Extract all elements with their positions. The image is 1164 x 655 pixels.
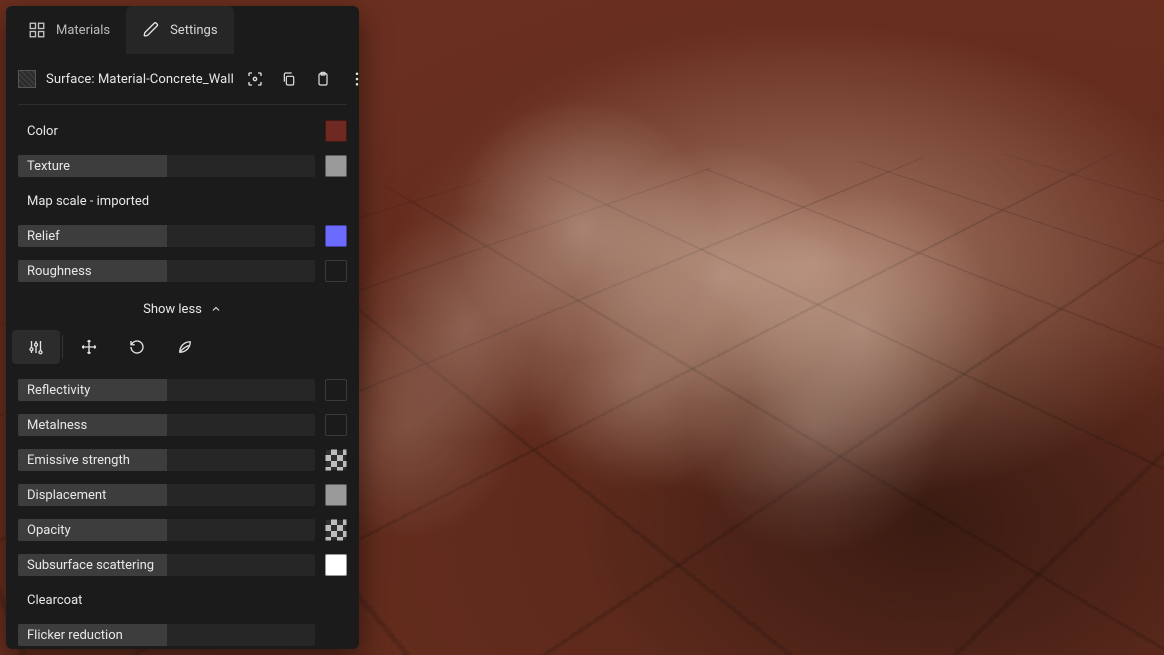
show-less-label: Show less [143,302,202,317]
divider [18,104,347,105]
color-swatch[interactable] [325,519,347,541]
slider-opacity[interactable]: Opacity [18,519,315,541]
color-swatch[interactable] [325,414,347,436]
property-label: Texture [27,155,70,177]
divider [62,335,63,359]
color-swatch[interactable] [325,449,347,471]
tool-adjust[interactable] [12,330,60,364]
slider-sss[interactable]: Subsurface scattering [18,554,315,576]
property-roughness: Roughness [18,257,347,285]
slider-metalness[interactable]: Metalness [18,414,315,436]
pencil-icon [142,21,160,39]
grid-icon [28,21,46,39]
property-displacement: Displacement [18,481,347,509]
property-label: Roughness [27,260,92,282]
property-metalness: Metalness [18,411,347,439]
tool-eco[interactable] [161,330,209,364]
surface-header: Surface: Material-Concrete_Wall [6,54,359,104]
properties-top: Color Texture Map scale - imported Relief Ro… [6,111,359,285]
property-label: Displacement [27,484,106,506]
property-label: Flicker reduction [27,624,123,646]
color-swatch[interactable] [325,484,347,506]
property-emissive: Emissive strength [18,446,347,474]
tab-settings[interactable]: Settings [126,6,233,54]
panel-tabs: Materials Settings [6,6,359,54]
property-color: Color [18,117,347,145]
property-texture: Texture [18,152,347,180]
more-icon[interactable] [346,68,359,90]
property-label: Color [27,120,58,142]
select-in-scene-icon[interactable] [244,68,266,90]
material-thumb-icon [18,70,36,88]
material-settings-panel: Materials Settings Surface: Material-Con… [6,6,359,649]
color-swatch[interactable] [325,225,347,247]
tab-label: Materials [56,23,110,38]
surface-actions [244,68,359,90]
color-swatch[interactable] [325,379,347,401]
property-mapscale[interactable]: Map scale - imported [18,187,347,215]
paste-icon[interactable] [312,68,334,90]
copy-icon[interactable] [278,68,300,90]
slider-displacement[interactable]: Displacement [18,484,315,506]
surface-name[interactable]: Surface: Material-Concrete_Wall [46,72,234,87]
property-label: Reflectivity [27,379,90,401]
property-label: Relief [27,225,60,247]
properties-bottom: Reflectivity Metalness Emissive strength Di… [6,370,359,649]
property-flicker: Flicker reduction [18,621,347,649]
color-swatch[interactable] [325,120,347,142]
color-swatch[interactable] [325,155,347,177]
tab-label: Settings [170,23,217,38]
property-label: Opacity [27,519,71,541]
color-swatch[interactable] [325,554,347,576]
tool-transform[interactable] [65,330,113,364]
chevron-up-icon [210,303,222,315]
slider-relief[interactable]: Relief [18,225,315,247]
tab-materials[interactable]: Materials [12,6,126,54]
property-sss: Subsurface scattering [18,551,347,579]
slider-emissive[interactable]: Emissive strength [18,449,315,471]
property-label: Subsurface scattering [27,554,154,576]
property-opacity: Opacity [18,516,347,544]
slider-texture[interactable]: Texture [18,155,315,177]
color-swatch[interactable] [325,260,347,282]
slider-roughness[interactable]: Roughness [18,260,315,282]
slider-reflectivity[interactable]: Reflectivity [18,379,315,401]
property-reflectivity: Reflectivity [18,376,347,404]
property-relief: Relief [18,222,347,250]
property-clearcoat[interactable]: Clearcoat [18,586,347,614]
property-label: Metalness [27,414,87,436]
show-less-toggle[interactable]: Show less [6,292,359,326]
tool-reset[interactable] [113,330,161,364]
label-color: Color [18,120,315,142]
slider-flicker[interactable]: Flicker reduction [18,624,315,646]
property-label: Emissive strength [27,449,130,471]
category-tabs [6,326,359,370]
